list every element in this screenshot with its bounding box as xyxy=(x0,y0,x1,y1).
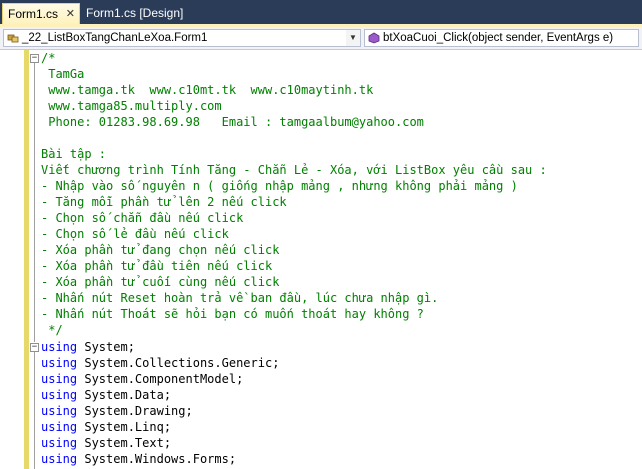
comment-line: - Nhấn nút Thoát sẽ hỏi bạn có muốn thoá… xyxy=(41,307,424,321)
change-tracking-margin xyxy=(24,50,29,469)
namespace-name: System.Collections.Generic; xyxy=(77,356,280,370)
comment-line: Phone: 01283.98.69.98 Email : tamgaalbum… xyxy=(41,115,424,129)
using-keyword: using xyxy=(41,356,78,370)
using-keyword: using xyxy=(41,372,78,386)
tab-form1-cs[interactable]: Form1.cs ✕ xyxy=(2,3,80,26)
using-keyword: using xyxy=(41,404,78,418)
chevron-down-icon[interactable]: ▼ xyxy=(346,30,360,46)
using-keyword: using xyxy=(41,452,78,466)
comment-line: - Nhấn nút Reset hoàn trả về ban đầu, lú… xyxy=(41,291,439,305)
comment-line: */ xyxy=(41,323,63,337)
code-editor[interactable]: − − /* TamGa www.tamga.tk www.c10mt.tk w… xyxy=(0,50,642,469)
comment-line: - Xóa phần tử đầu tiên nếu click xyxy=(41,259,273,273)
using-keyword: using xyxy=(41,388,78,402)
namespace-name: System.Linq; xyxy=(77,420,172,434)
collapse-usings-toggle[interactable]: − xyxy=(30,343,39,352)
using-line: using System.Collections.Generic; xyxy=(41,355,279,371)
comment-line: - Nhập vào số nguyên n ( giống nhập mảng… xyxy=(41,179,518,193)
using-line: using System.Linq; xyxy=(41,419,171,435)
outline-guide xyxy=(34,352,35,469)
namespace-name: System.ComponentModel; xyxy=(77,372,244,386)
comment-line: www.tamga85.multiply.com xyxy=(41,99,222,113)
close-icon[interactable]: ✕ xyxy=(66,4,75,25)
comment-line: Bài tập : xyxy=(41,147,107,161)
member-dropdown[interactable]: btXoaCuoi_Click(object sender, EventArgs… xyxy=(364,29,639,47)
using-keyword: using xyxy=(41,436,78,450)
comment-line: - Tăng mỗi phần tử lên 2 nếu click xyxy=(41,195,287,209)
using-line: using System.Text; xyxy=(41,435,171,451)
namespace-name: System.Text; xyxy=(77,436,172,450)
comment-line: - Xóa phần tử cuối cùng nếu click xyxy=(41,275,280,289)
class-icon xyxy=(7,34,19,43)
comment-line: www.tamga.tk www.c10mt.tk www.c10maytinh… xyxy=(41,83,374,97)
comment-line: - Chọn số lẻ đầu nếu click xyxy=(41,227,229,241)
type-dropdown[interactable]: _22_ListBoxTangChanLeXoa.Form1 ▼ xyxy=(3,29,361,47)
member-dropdown-value: btXoaCuoi_Click(object sender, EventArgs… xyxy=(383,32,614,44)
namespace-name: System.Windows.Forms; xyxy=(77,452,237,466)
method-icon xyxy=(368,32,380,44)
outline-guide xyxy=(34,63,35,342)
comment-line: - Chọn số chẵn đầu nếu click xyxy=(41,211,244,225)
collapse-comment-toggle[interactable]: − xyxy=(30,54,39,63)
tab-form1-design[interactable]: Form1.cs [Design] xyxy=(81,3,184,26)
namespace-name: System.Data; xyxy=(77,388,172,402)
using-line: using System.Drawing; xyxy=(41,403,193,419)
comment-line: - Xóa phần tử đang chọn nếu click xyxy=(41,243,280,257)
tab-label: Form1.cs xyxy=(8,7,59,21)
comment-line: Viết chương trình Tính Tăng - Chẵn Lẻ - … xyxy=(41,163,547,177)
using-keyword: using xyxy=(41,340,78,354)
tab-label: Form1.cs [Design] xyxy=(86,6,184,20)
using-line: using System; xyxy=(41,339,135,355)
comment-line: /* xyxy=(41,51,56,65)
document-tab-strip: Form1.cs ✕ Form1.cs [Design] xyxy=(0,0,642,26)
type-dropdown-value: _22_ListBoxTangChanLeXoa.Form1 xyxy=(22,32,208,44)
comment-line: TamGa xyxy=(41,67,85,81)
using-line: using System.Windows.Forms; xyxy=(41,451,236,467)
using-keyword: using xyxy=(41,420,78,434)
using-line: using System.ComponentModel; xyxy=(41,371,243,387)
navigation-bar: _22_ListBoxTangChanLeXoa.Form1 ▼ btXoaCu… xyxy=(0,27,642,50)
namespace-name: System; xyxy=(77,340,135,354)
namespace-name: System.Drawing; xyxy=(77,404,193,418)
using-line: using System.Data; xyxy=(41,387,171,403)
